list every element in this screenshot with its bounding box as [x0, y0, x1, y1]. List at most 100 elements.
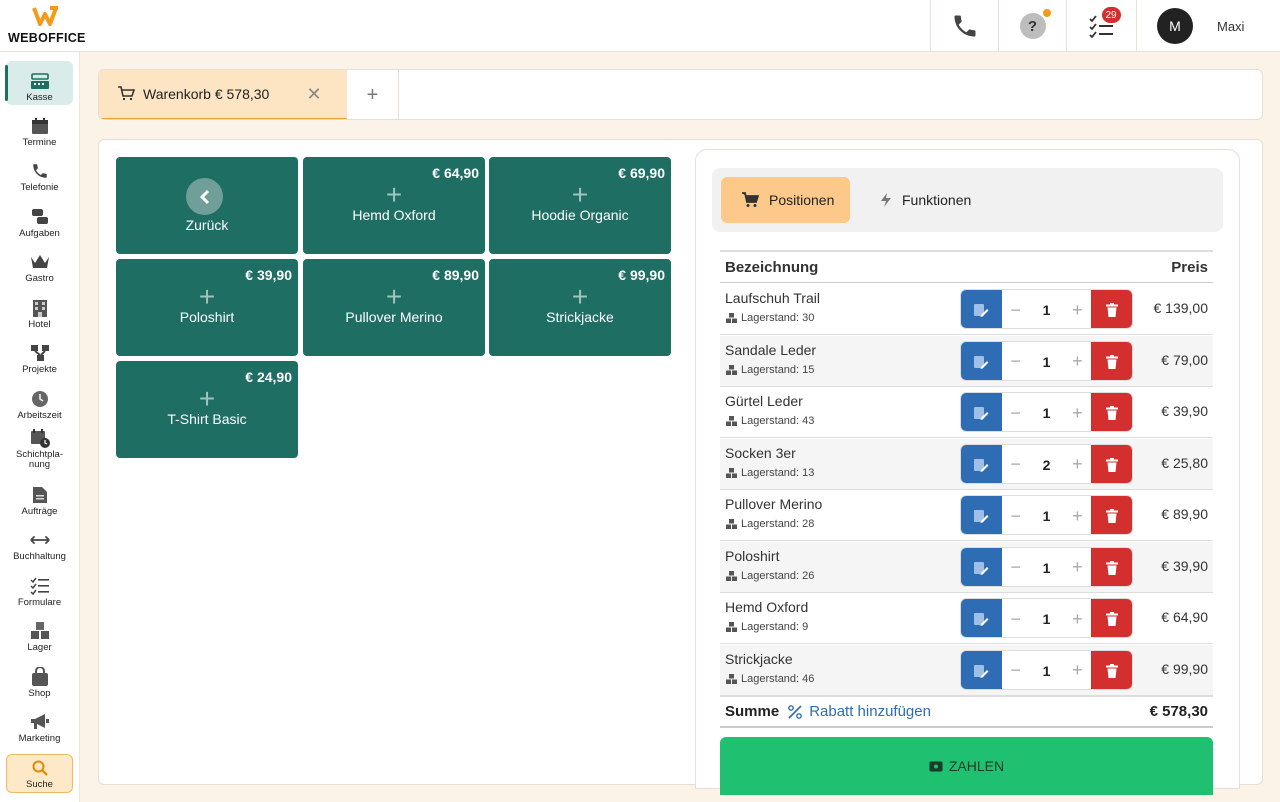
sidebar-item-label: Gastro — [25, 273, 54, 284]
avatar: M — [1157, 8, 1193, 44]
decrease-button[interactable]: − — [1001, 599, 1030, 637]
product-tile[interactable]: € 64,90 + Hemd Oxford — [303, 157, 485, 254]
quantity-value[interactable]: 2 — [1029, 444, 1064, 483]
sidebar-item-suche[interactable]: Suche — [6, 754, 73, 793]
sidebar-item-marketing[interactable]: Marketing — [6, 704, 73, 746]
sidebar-item-schichtplanung[interactable]: Schichtpla-nung — [6, 426, 73, 472]
stock-text: Lagerstand: 13 — [741, 466, 815, 479]
item-stock: Lagerstand: 13 — [726, 467, 814, 479]
lightning-icon — [880, 192, 892, 208]
increase-button[interactable]: + — [1063, 393, 1092, 431]
decrease-button[interactable]: − — [1001, 341, 1030, 380]
increase-button[interactable]: + — [1063, 547, 1092, 586]
edit-button[interactable] — [961, 290, 1002, 328]
delete-button[interactable] — [1091, 599, 1132, 637]
percent-icon — [788, 704, 803, 719]
phone-button[interactable] — [930, 0, 998, 52]
quantity-value[interactable]: 1 — [1029, 393, 1064, 431]
decrease-button[interactable]: − — [1001, 496, 1030, 534]
checklist-icon — [29, 576, 50, 596]
item-name: Hemd Oxford — [725, 599, 809, 615]
increase-button[interactable]: + — [1063, 599, 1092, 637]
edit-button[interactable] — [961, 547, 1002, 586]
product-tile[interactable]: € 89,90 + Pullover Merino — [303, 259, 485, 356]
decrease-button[interactable]: − — [1001, 650, 1030, 689]
increase-button[interactable]: + — [1063, 650, 1092, 689]
stock-text: Lagerstand: 28 — [741, 518, 815, 530]
tab-positionen[interactable]: Positionen — [721, 177, 850, 223]
sidebar-item-label: Aufträge — [21, 506, 58, 517]
edit-button[interactable] — [961, 341, 1002, 380]
product-tile[interactable]: € 39,90 + Poloshirt — [116, 259, 298, 356]
delete-button[interactable] — [1091, 393, 1132, 431]
add-discount-link[interactable]: Rabatt hinzufügen — [787, 703, 931, 720]
delete-button[interactable] — [1091, 290, 1132, 328]
sidebar-item-kasse[interactable]: Kasse — [5, 61, 73, 105]
sidebar-item-formulare[interactable]: Formulare — [6, 568, 73, 610]
cart-panel: Positionen Funktionen Bezeichnung Preis … — [695, 149, 1240, 795]
edit-button[interactable] — [961, 650, 1002, 689]
sidebar-item-lager[interactable]: Lager — [6, 613, 73, 655]
quantity-stepper: −1 + — [960, 340, 1133, 381]
cart-row: Hemd Oxford Lagerstand: 9 −1 + € 64,90 — [720, 593, 1213, 644]
sidebar-item-projekte[interactable]: Projekte — [6, 335, 73, 377]
product-tile[interactable]: € 99,90 + Strickjacke — [489, 259, 671, 356]
quantity-value[interactable]: 1 — [1029, 341, 1064, 380]
edit-button[interactable] — [961, 393, 1002, 431]
logo[interactable]: WEBOFFICE — [8, 6, 88, 46]
quantity-value[interactable]: 1 — [1029, 290, 1064, 328]
sidebar-item-telefonie[interactable]: Telefonie — [6, 153, 73, 195]
decrease-button[interactable]: − — [1001, 444, 1030, 483]
quantity-value[interactable]: 1 — [1029, 650, 1064, 689]
increase-button[interactable]: + — [1063, 444, 1092, 483]
edit-button[interactable] — [961, 599, 1002, 637]
sidebar-item-auftraege[interactable]: Aufträge — [6, 477, 73, 519]
item-price: € 89,90 — [1161, 506, 1208, 522]
tab-funktionen[interactable]: Funktionen — [860, 177, 1020, 223]
edit-button[interactable] — [961, 444, 1002, 483]
close-tab-button[interactable]: ✕ — [304, 84, 324, 104]
item-name: Laufschuh Trail — [725, 290, 820, 306]
delete-button[interactable] — [1091, 444, 1132, 483]
delete-button[interactable] — [1091, 496, 1132, 534]
increase-button[interactable]: + — [1063, 496, 1092, 534]
delete-button[interactable] — [1091, 547, 1132, 586]
quantity-value[interactable]: 1 — [1029, 599, 1064, 637]
add-tab-button[interactable]: + — [347, 70, 399, 119]
user-menu[interactable]: M Maxi — [1136, 0, 1280, 52]
calendar-icon — [30, 116, 50, 136]
delete-button[interactable] — [1091, 341, 1132, 380]
sidebar-item-shop[interactable]: Shop — [6, 659, 73, 701]
boxes-icon — [726, 416, 737, 426]
cart-row: Socken 3er Lagerstand: 13 −2 + € 25,80 — [720, 438, 1213, 490]
quantity-value[interactable]: 1 — [1029, 496, 1064, 534]
cart-table-header: Bezeichnung Preis — [720, 250, 1213, 283]
sidebar-item-hotel[interactable]: Hotel — [6, 290, 73, 332]
sidebar-item-arbeitszeit[interactable]: Arbeitszeit — [6, 381, 73, 423]
decrease-button[interactable]: − — [1001, 393, 1030, 431]
cart-row: Strickjacke Lagerstand: 46 −1 + € 99,90 — [720, 644, 1213, 696]
quantity-value[interactable]: 1 — [1029, 547, 1064, 586]
product-tile[interactable]: € 69,90 + Hoodie Organic — [489, 157, 671, 254]
product-tile[interactable]: € 24,90 + T-Shirt Basic — [116, 361, 298, 458]
edit-button[interactable] — [961, 496, 1002, 534]
tasks-button[interactable]: 29 — [1066, 0, 1136, 52]
decrease-button[interactable]: − — [1001, 547, 1030, 586]
clock-icon — [30, 389, 50, 409]
delete-button[interactable] — [1091, 650, 1132, 689]
edit-icon — [974, 407, 989, 420]
sidebar-item-label: Shop — [28, 688, 51, 699]
trash-icon — [1105, 457, 1118, 472]
increase-button[interactable]: + — [1063, 290, 1092, 328]
item-name: Gürtel Leder — [725, 393, 803, 409]
sidebar-item-aufgaben[interactable]: Aufgaben — [6, 199, 73, 241]
decrease-button[interactable]: − — [1001, 290, 1030, 328]
tab-warenkorb[interactable]: Warenkorb € 578,30 ✕ — [99, 70, 347, 119]
increase-button[interactable]: + — [1063, 341, 1092, 380]
sidebar-item-termine[interactable]: Termine — [6, 108, 73, 150]
help-button[interactable]: ? — [998, 0, 1066, 52]
back-tile[interactable]: Zurück — [116, 157, 298, 254]
sidebar-item-buchhaltung[interactable]: Buchhaltung — [6, 522, 73, 564]
sidebar-item-gastro[interactable]: Gastro — [6, 244, 73, 286]
pay-button[interactable]: ZAHLEN — [720, 737, 1213, 795]
